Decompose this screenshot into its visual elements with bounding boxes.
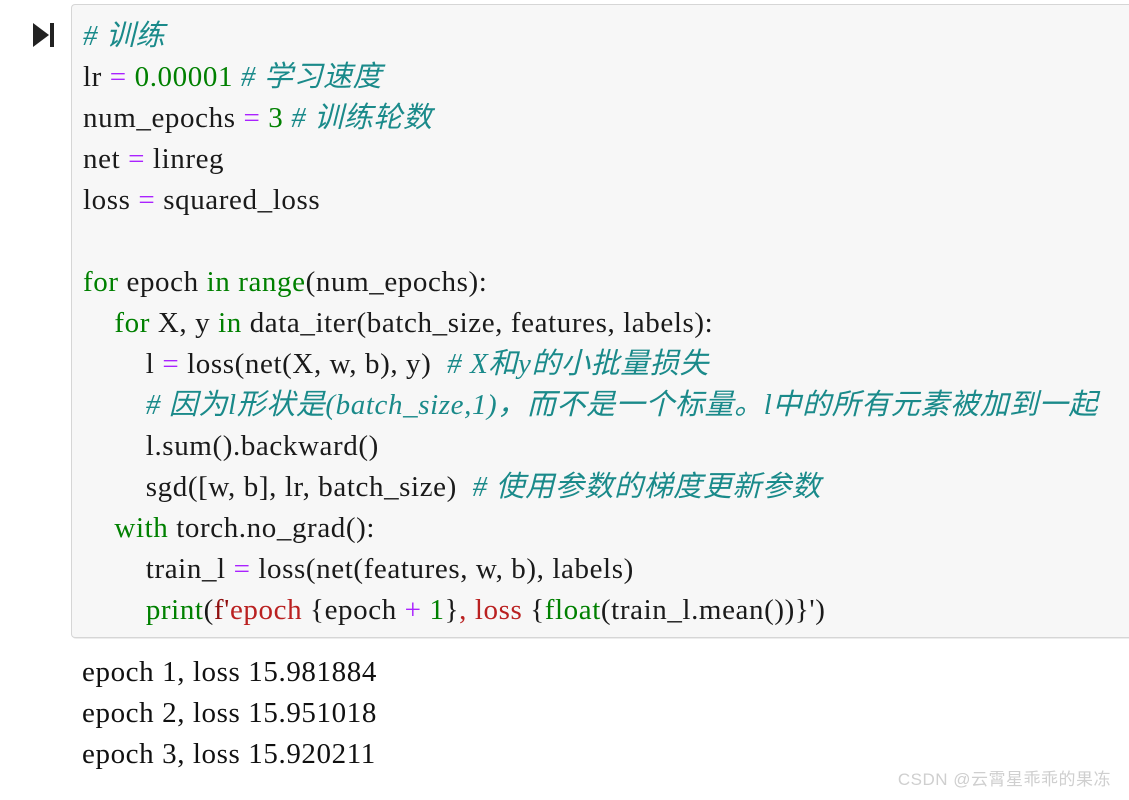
code-token: epoch	[229, 594, 311, 626]
play-to-bar-icon	[33, 23, 54, 47]
code-token: for	[114, 307, 151, 339]
code-token: f'	[213, 594, 230, 626]
code-token: # X和y的小批量损失	[447, 348, 710, 380]
code-token: in	[218, 307, 242, 339]
code-token: =	[243, 102, 261, 134]
code-token: loss(net(features, w, b), labels)	[250, 553, 634, 585]
code-line: loss = squared_loss	[83, 180, 1129, 221]
code-token: epoch	[118, 266, 207, 298]
code-line: # 训练	[83, 16, 1129, 57]
code-token: =	[138, 184, 156, 216]
code-token: =	[233, 553, 251, 585]
code-line: net = linreg	[83, 139, 1129, 180]
code-line: lr = 0.00001 # 学习速度	[83, 57, 1129, 98]
code-token: for	[83, 266, 119, 298]
code-token: l	[83, 348, 163, 380]
notebook-code-cell: # 训练 lr = 0.00001 # 学习速度 num_epochs = 3 # …	[0, 0, 1129, 645]
code-editor-area[interactable]: # 训练 lr = 0.00001 # 学习速度 num_epochs = 3 # …	[71, 4, 1129, 638]
code-token: # 因为l形状是(batch_size,1)，而不是一个标量。l中的所有元素被加…	[145, 389, 1098, 421]
code-token: }	[444, 594, 460, 626]
code-token: (num_epochs):	[305, 266, 488, 298]
code-token: }')	[794, 594, 826, 626]
cell-output-area: epoch 1, loss 15.981884 epoch 2, loss 15.…	[82, 652, 882, 775]
code-token: in	[206, 266, 231, 298]
code-line: # 因为l形状是(batch_size,1)，而不是一个标量。l中的所有元素被加…	[83, 385, 1129, 426]
code-token: {epoch	[310, 594, 405, 626]
output-line: epoch 1, loss 15.981884	[82, 656, 377, 688]
code-token: train_l	[83, 553, 234, 585]
code-token: torch.no_grad():	[168, 512, 376, 544]
code-token: +	[404, 594, 422, 626]
code-token: # 训练	[83, 20, 166, 52]
code-token: print	[145, 594, 204, 626]
code-token: with	[114, 512, 169, 544]
code-token: num_epochs	[83, 102, 244, 134]
code-token: linreg	[145, 143, 225, 175]
code-token: (train_l.mean())	[600, 594, 795, 626]
output-line: epoch 3, loss 15.920211	[82, 738, 376, 770]
cell-run-gutter	[0, 0, 72, 645]
code-token: net	[83, 143, 129, 175]
code-token: squared_loss	[155, 184, 321, 216]
output-line: epoch 2, loss 15.951018	[82, 697, 377, 729]
code-token: 3	[268, 102, 284, 134]
code-token: # 训练轮数	[291, 102, 433, 134]
code-token: 1	[429, 594, 445, 626]
code-line: l.sum().backward()	[83, 426, 1129, 467]
code-token: l.sum().backward()	[83, 430, 379, 462]
code-line: with torch.no_grad():	[83, 508, 1129, 549]
code-token: 0.00001	[134, 61, 234, 93]
code-lines-container: # 训练 lr = 0.00001 # 学习速度 num_epochs = 3 # …	[83, 16, 1129, 631]
code-token: X, y	[150, 307, 219, 339]
code-token: =	[128, 143, 146, 175]
code-token: loss(net(X, w, b), y)	[179, 348, 448, 380]
code-token: data_iter(batch_size, features, labels):	[241, 307, 714, 339]
code-token: (	[203, 594, 214, 626]
code-line: l = loss(net(X, w, b), y) # X和y的小批量损失	[83, 344, 1129, 385]
code-token: lr	[83, 61, 110, 93]
code-line: sgd([w, b], lr, batch_size) # 使用参数的梯度更新参…	[83, 467, 1129, 508]
code-line: print(f'epoch {epoch + 1}, loss {float(t…	[83, 590, 1129, 631]
code-line: train_l = loss(net(features, w, b), labe…	[83, 549, 1129, 590]
code-token: # 学习速度	[240, 61, 383, 93]
code-token: # 使用参数的梯度更新参数	[472, 471, 822, 503]
code-token: =	[162, 348, 180, 380]
code-token: loss	[83, 184, 139, 216]
code-token: {	[530, 594, 545, 626]
code-line: for X, y in data_iter(batch_size, featur…	[83, 303, 1129, 344]
code-token: range	[238, 266, 306, 298]
code-token: sgd([w, b], lr, batch_size)	[83, 471, 473, 503]
code-token: , loss	[459, 594, 531, 626]
code-line: num_epochs = 3 # 训练轮数	[83, 98, 1129, 139]
code-token: =	[109, 61, 127, 93]
csdn-watermark: CSDN @云霄星乖乖的果冻	[897, 770, 1111, 789]
code-line: for epoch in range(num_epochs):	[83, 262, 1129, 303]
run-cell-button[interactable]	[31, 22, 55, 48]
code-token: float	[544, 594, 601, 626]
